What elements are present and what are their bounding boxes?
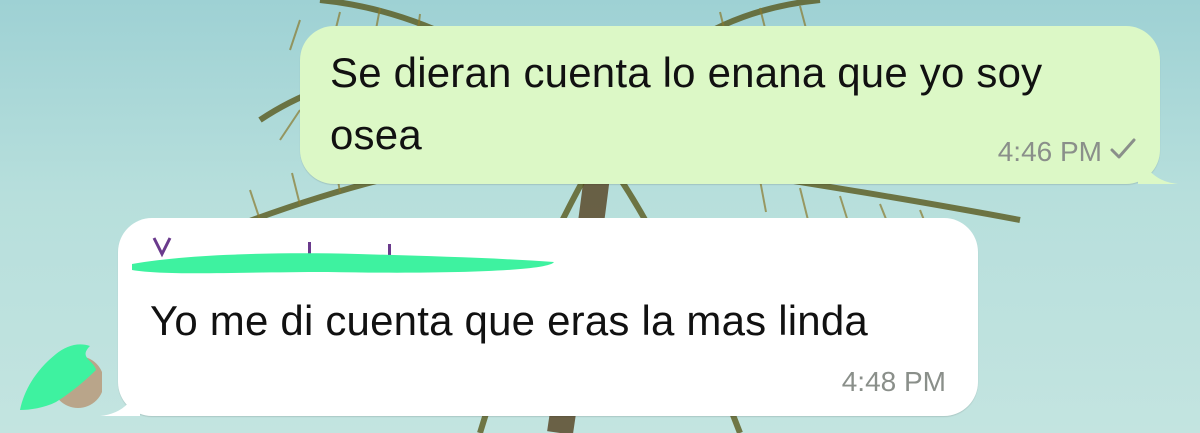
name-redaction-scribble <box>132 253 554 274</box>
incoming-message-time: 4:48 PM <box>841 366 946 397</box>
outgoing-message-bubble[interactable]: Se dieran cuenta lo enana que yo soy ose… <box>300 26 1178 184</box>
bubble-tail-shape <box>1138 154 1178 184</box>
avatar-redacted[interactable] <box>16 340 102 410</box>
single-check-icon <box>1110 138 1136 159</box>
incoming-message-text: Yo me di cuenta que eras la mas linda <box>150 297 868 344</box>
outgoing-message-time: 4:46 PM <box>997 136 1102 167</box>
incoming-message-bubble[interactable]: Yo me di cuenta que eras la mas linda 4:… <box>100 218 978 416</box>
bubble-tail-shape <box>100 386 140 416</box>
